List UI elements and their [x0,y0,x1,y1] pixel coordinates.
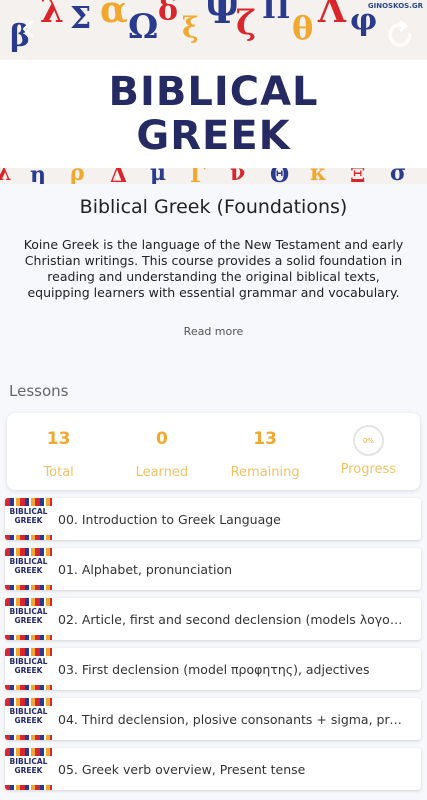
thumbnail-title: BIBLICAL GREEK [5,607,52,625]
lesson-item[interactable]: BIBLICAL GREEK 04. Third declension, plos… [5,698,421,740]
lesson-item[interactable]: BIBLICAL GREEK 05. Greek verb overview, P… [5,748,421,790]
chevron-left-icon [23,20,34,38]
thumbnail-stripe [5,698,52,706]
lesson-thumbnail: BIBLICAL GREEK [5,498,52,540]
thumbnail-line1: BIBLICAL [9,757,48,766]
thumbnail-stripe [5,548,52,556]
stat-progress: 0% Progress [317,413,420,490]
lesson-thumbnail: BIBLICAL GREEK [5,548,52,590]
stat-progress-label: Progress [340,462,397,477]
lesson-title: 03. First declension (model προφητης), a… [58,661,370,677]
lesson-thumbnail: BIBLICAL GREEK [5,648,52,690]
course-title: Biblical Greek (Foundations) [79,196,348,218]
stat-total-label: Total [43,465,74,480]
stat-learned-value: 0 [155,429,168,449]
thumbnail-stripe [5,648,52,656]
lesson-title: 01. Alphabet, pronunciation [58,561,233,577]
thumbnail-stripe [5,685,52,690]
banner-title-line1: BIBLICAL [108,69,319,115]
banner-title: BIBLICAL GREEK [0,70,427,158]
thumbnail-line1: BIBLICAL [9,657,48,666]
thumbnail-title: BIBLICAL GREEK [5,557,52,575]
thumbnail-stripe [5,498,52,506]
thumbnail-line2: GREEK [14,666,43,675]
refresh-icon [388,20,412,47]
banner-decoration-bottom: λ η ρ Δ μ Γ ν Θ κ Ξ σ [0,168,427,184]
lesson-list: BIBLICAL GREEK 00. Introduction to Greek … [5,498,421,798]
lessons-heading: Lessons [9,382,69,400]
lesson-item[interactable]: BIBLICAL GREEK 00. Introduction to Greek … [5,498,421,540]
brand-watermark: GINOSKOS.GR [367,2,423,10]
thumbnail-line2: GREEK [14,716,43,725]
thumbnail-stripe [5,748,52,756]
thumbnail-stripe [5,785,52,790]
lesson-title: 04. Third declension, plosive consonants… [58,711,408,727]
thumbnail-stripe [5,535,52,540]
lesson-thumbnail: BIBLICAL GREEK [5,748,52,790]
thumbnail-stripe [5,635,52,640]
thumbnail-line2: GREEK [14,516,43,525]
banner-decoration-top: λ Σ α Ω δ ξ Ψ ζ Π θ Λ φ β [0,0,427,60]
stat-learned: 0 Learned [110,413,213,490]
thumbnail-line1: BIBLICAL [9,507,48,516]
stat-remaining-label: Remaining [230,465,300,480]
stat-remaining: 13 Remaining [214,413,317,490]
progress-percent: 0% [362,436,374,445]
stat-total-value: 13 [46,429,71,449]
lesson-title: 00. Introduction to Greek Language [58,511,281,527]
thumbnail-title: BIBLICAL GREEK [5,757,52,775]
lesson-thumbnail: BIBLICAL GREEK [5,698,52,740]
progress-ring: 0% [352,425,384,456]
lesson-item[interactable]: BIBLICAL GREEK 01. Alphabet, pronunciatio… [5,548,421,590]
lesson-thumbnail: BIBLICAL GREEK [5,598,52,640]
lesson-title: 05. Greek verb overview, Present tense [58,761,306,777]
thumbnail-stripe [5,585,52,590]
stat-learned-label: Learned [135,465,189,480]
lesson-title: 02. Article, first and second declension… [58,611,408,627]
thumbnail-stripe [5,598,52,606]
read-more-link[interactable]: Read more [0,325,427,338]
thumbnail-line1: BIBLICAL [9,707,48,716]
thumbnail-line1: BIBLICAL [9,607,48,616]
refresh-button[interactable] [383,18,417,52]
thumbnail-line2: GREEK [14,616,43,625]
thumbnail-line1: BIBLICAL [9,557,48,566]
lesson-item[interactable]: BIBLICAL GREEK 02. Article, first and sec… [5,598,421,640]
course-description: Koine Greek is the language of the New T… [23,237,404,300]
stat-total: 13 Total [7,413,110,490]
back-button[interactable] [14,14,44,44]
thumbnail-title: BIBLICAL GREEK [5,707,52,725]
thumbnail-title: BIBLICAL GREEK [5,657,52,675]
thumbnail-line2: GREEK [14,766,43,775]
lesson-item[interactable]: BIBLICAL GREEK 03. First declension (mode… [5,648,421,690]
thumbnail-title: BIBLICAL GREEK [5,507,52,525]
thumbnail-stripe [5,735,52,740]
stat-remaining-value: 13 [253,429,277,449]
lesson-stats-card: 13 Total 0 Learned 13 Remaining 0% Progr… [7,413,420,490]
course-banner: λ Σ α Ω δ ξ Ψ ζ Π θ Λ φ β GINOSKOS.GR BI… [0,0,427,184]
banner-title-line2: GREEK [136,113,291,159]
thumbnail-line2: GREEK [14,566,43,575]
